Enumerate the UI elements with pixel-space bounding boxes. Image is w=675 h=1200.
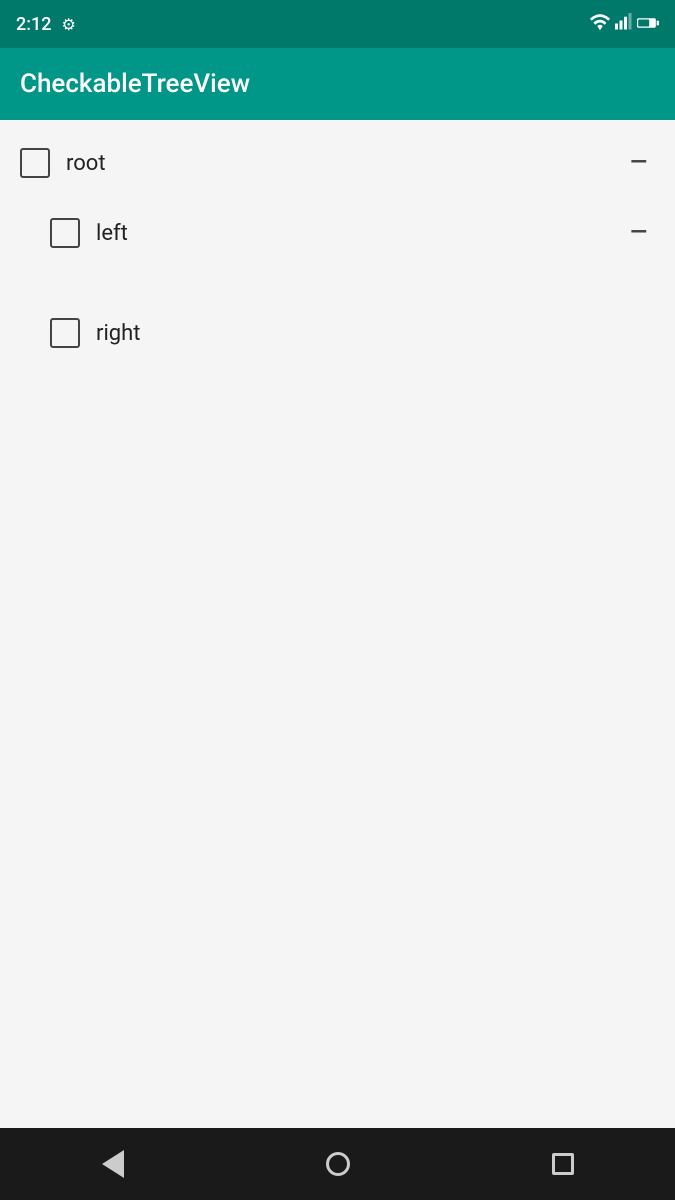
signal-icon xyxy=(615,13,633,35)
checkbox-left[interactable] xyxy=(50,218,80,248)
status-time: 2:12 xyxy=(16,14,51,35)
nav-bar xyxy=(0,1128,675,1200)
status-bar-right xyxy=(589,13,659,35)
tree-item-left: left — xyxy=(0,198,675,268)
home-icon xyxy=(326,1152,350,1176)
nav-home-button[interactable] xyxy=(308,1134,368,1194)
tree-item-root: root — xyxy=(0,128,675,198)
checkbox-right[interactable] xyxy=(50,318,80,348)
tree-item-root-left: root xyxy=(20,148,106,178)
nav-recents-button[interactable] xyxy=(533,1134,593,1194)
back-icon xyxy=(102,1150,124,1178)
checkbox-root[interactable] xyxy=(20,148,50,178)
label-root: root xyxy=(66,151,106,176)
tree-item-left-left: left xyxy=(50,218,128,248)
faded-area xyxy=(0,268,675,298)
app-title: CheckableTreeView xyxy=(20,69,250,99)
battery-icon xyxy=(637,15,659,34)
label-left: left xyxy=(96,221,128,246)
content-area: root — left — right xyxy=(0,120,675,1128)
label-right: right xyxy=(96,321,140,346)
collapse-root-icon[interactable]: — xyxy=(622,148,655,178)
recents-icon xyxy=(552,1153,574,1175)
tree-item-right: right xyxy=(0,298,675,368)
nav-back-button[interactable] xyxy=(83,1134,143,1194)
tree-item-right-left: right xyxy=(50,318,140,348)
app-bar: CheckableTreeView xyxy=(0,48,675,120)
status-bar: 2:12 ⚙ xyxy=(0,0,675,48)
status-bar-left: 2:12 ⚙ xyxy=(16,14,76,35)
gear-icon: ⚙ xyxy=(61,15,75,34)
collapse-left-icon[interactable]: — xyxy=(622,218,655,248)
wifi-icon xyxy=(589,13,611,35)
